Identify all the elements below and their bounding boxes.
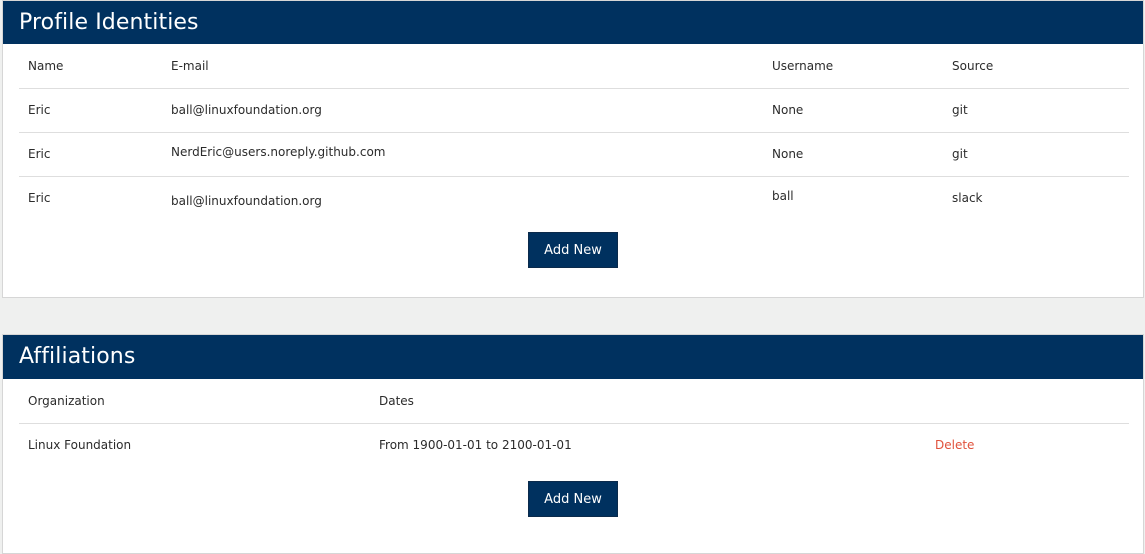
- column-header-name: Name: [19, 44, 162, 89]
- identities-table: Name E-mail Username Source Eric ball@li…: [19, 44, 1129, 220]
- identity-username: None: [763, 132, 943, 177]
- identity-username: ball: [772, 189, 794, 204]
- identity-username: None: [763, 88, 943, 133]
- table-row: Eric ball@linuxfoundation.org None git: [19, 88, 1129, 133]
- profile-identities-title: Profile Identities: [3, 1, 1143, 44]
- column-header-source: Source: [943, 44, 1129, 89]
- identity-name: Eric: [19, 132, 162, 177]
- column-header-email: E-mail: [162, 44, 763, 89]
- affiliation-organization: Linux Foundation: [28, 438, 132, 453]
- identities-header-row: Name E-mail Username Source: [19, 44, 1129, 89]
- identity-email: ball@linuxfoundation.org: [162, 88, 763, 133]
- add-identity-button[interactable]: Add New: [528, 232, 618, 268]
- identity-source: git: [943, 132, 1129, 177]
- affiliations-panel: Affiliations Organization Dates Linux Fo…: [2, 334, 1144, 554]
- affiliations-header-row: Organization Dates: [19, 379, 1129, 424]
- identity-source: slack: [952, 191, 983, 206]
- affiliations-table: Organization Dates Linux Foundation From…: [19, 379, 1129, 467]
- column-header-actions: [926, 379, 1129, 424]
- identity-email: ball@linuxfoundation.org: [171, 193, 322, 208]
- table-row: Eric NerdEric@users.noreply.github.com N…: [19, 132, 1129, 177]
- delete-affiliation-link[interactable]: Delete: [935, 438, 974, 452]
- identity-name: Eric: [28, 191, 51, 206]
- column-header-organization: Organization: [19, 379, 370, 424]
- affiliations-title: Affiliations: [3, 335, 1143, 379]
- table-row: Eric ball@linuxfoundation.org ball slack: [19, 176, 1129, 220]
- column-header-dates: Dates: [370, 379, 926, 424]
- identity-source: git: [943, 88, 1129, 133]
- table-row: Linux Foundation From 1900-01-01 to 2100…: [19, 423, 1129, 467]
- affiliation-actions-cell: Delete: [926, 423, 1129, 467]
- affiliation-dates: From 1900-01-01 to 2100-01-01: [379, 438, 572, 453]
- add-affiliation-button[interactable]: Add New: [528, 481, 618, 517]
- profile-identities-panel: Profile Identities Name E-mail Username …: [2, 0, 1144, 298]
- identity-email: NerdEric@users.noreply.github.com: [162, 132, 763, 177]
- column-header-username: Username: [763, 44, 943, 89]
- identity-name: Eric: [19, 88, 162, 133]
